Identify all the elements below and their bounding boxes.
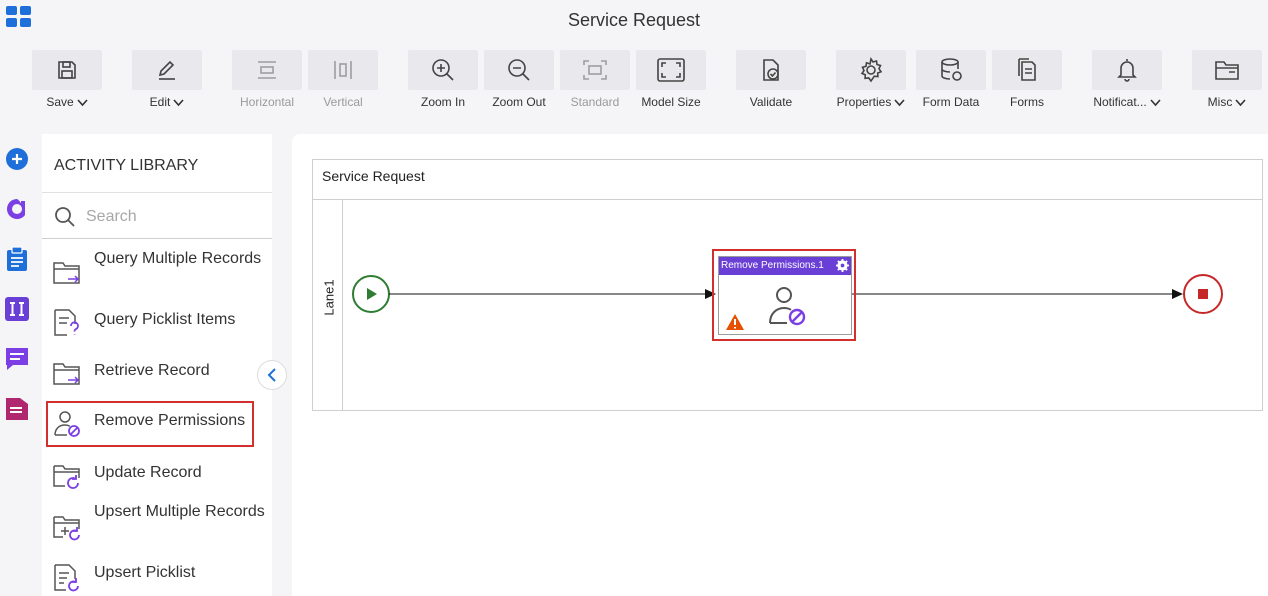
document-question-icon (54, 309, 79, 336)
user-block-icon (54, 411, 80, 437)
library-item-label: Remove Permissions (94, 412, 246, 429)
horizontal-button[interactable]: Horizontal (232, 50, 302, 112)
standard-size-icon (583, 60, 607, 80)
validate-label: Validate (749, 95, 793, 109)
folder-icon (1215, 61, 1239, 80)
end-event[interactable] (1183, 274, 1223, 314)
sequence-flow-start-to-task[interactable] (389, 289, 716, 299)
library-item-query-picklist-items[interactable]: Query Picklist Items (42, 297, 272, 347)
clipboard-icon[interactable] (4, 246, 30, 272)
top-bar: Service Request (0, 0, 1268, 40)
library-item-update-record[interactable]: Update Record (42, 450, 272, 500)
validate-button[interactable]: Validate (736, 50, 806, 112)
library-search (42, 193, 272, 239)
gear-icon[interactable] (836, 259, 849, 272)
library-item-label: Upsert Multiple Records (94, 503, 265, 520)
activity-library-panel: ACTIVITY LIBRARY Query Multiple Records … (42, 134, 272, 596)
task-body: Remove Permissions.1 (718, 256, 852, 335)
chevron-down-icon (173, 99, 184, 107)
library-item-query-multiple-records[interactable]: Query Multiple Records (42, 247, 272, 297)
vertical-align-icon (334, 61, 352, 79)
activity-icon[interactable] (4, 196, 30, 222)
folder-arrow-icon (53, 363, 80, 385)
library-item-label: Query Multiple Records (94, 250, 262, 267)
sequence-flow-task-to-end[interactable] (852, 289, 1183, 299)
library-item-label: Upsert Picklist (94, 564, 196, 581)
search-icon (55, 207, 75, 227)
save-button[interactable]: Save (32, 50, 102, 112)
folder-plus-refresh-icon (53, 516, 80, 541)
folder-arrow-icon (53, 262, 80, 284)
document-icon[interactable] (4, 396, 30, 422)
edit-button[interactable]: Edit (132, 50, 202, 112)
add-icon[interactable] (4, 146, 30, 172)
left-rail (0, 134, 40, 596)
search-input[interactable] (86, 205, 261, 229)
zoom-in-button[interactable]: Zoom In (408, 50, 478, 112)
database-icon (941, 58, 962, 81)
start-event[interactable] (352, 275, 390, 313)
collapse-panel-button[interactable] (257, 360, 287, 390)
pencil-icon (158, 60, 175, 80)
save-icon (58, 61, 76, 79)
page-title: Service Request (567, 10, 701, 30)
forms-button[interactable]: Forms (992, 50, 1062, 112)
library-item-label: Query Picklist Items (94, 311, 236, 328)
task-header: Remove Permissions.1 (719, 257, 851, 275)
zoom-in-icon (432, 59, 454, 81)
gear-icon (860, 57, 883, 83)
interface-icon[interactable] (4, 296, 30, 322)
validate-icon (763, 59, 779, 81)
edit-label: Edit (149, 95, 171, 109)
model-size-label: Model Size (641, 95, 701, 109)
form-data-button[interactable]: Form Data (916, 50, 986, 112)
toolbar: Save Edit Horizontal Vertical Zoom In Zo… (0, 40, 1268, 116)
chevron-left-icon (267, 368, 276, 382)
standard-button[interactable]: Standard (560, 50, 630, 112)
vertical-button[interactable]: Vertical (308, 50, 378, 112)
forms-icon (1018, 58, 1036, 81)
warning-icon (726, 314, 744, 330)
properties-label: Properties (836, 95, 892, 109)
model-size-button[interactable]: Model Size (636, 50, 706, 112)
chevron-down-icon (1235, 99, 1246, 107)
library-item-upsert-multiple-records[interactable]: Upsert Multiple Records (42, 501, 272, 551)
zoom-out-button[interactable]: Zoom Out (484, 50, 554, 112)
message-icon[interactable] (4, 346, 30, 372)
bell-icon (1117, 59, 1137, 82)
process-canvas[interactable]: Service Request Lane1 Remove Permissions… (292, 134, 1268, 596)
misc-label: Misc (1207, 95, 1233, 109)
library-item-label: Update Record (94, 464, 202, 481)
library-item-label: Retrieve Record (94, 362, 210, 379)
library-item-retrieve-record[interactable]: Retrieve Record (42, 348, 272, 398)
chevron-down-icon (77, 99, 88, 107)
horizontal-align-icon (258, 61, 276, 79)
task-title: Remove Permissions.1 (721, 260, 824, 271)
forms-label: Forms (1010, 95, 1044, 109)
save-label: Save (46, 95, 74, 109)
user-block-icon (769, 287, 806, 326)
misc-button[interactable]: Misc (1192, 50, 1262, 112)
zoom-out-icon (508, 59, 530, 81)
library-item-upsert-picklist[interactable]: Upsert Picklist (42, 552, 272, 596)
model-size-icon (657, 58, 685, 82)
library-title: ACTIVITY LIBRARY (54, 157, 199, 174)
remove-permissions-task[interactable]: Remove Permissions.1 (712, 249, 856, 341)
properties-button[interactable]: Properties (836, 50, 906, 112)
chevron-down-icon (1150, 99, 1161, 107)
notifications-label: Notificat... (1093, 95, 1147, 109)
notifications-button[interactable]: Notificat... (1092, 50, 1162, 112)
folder-refresh-icon (53, 465, 80, 489)
library-item-remove-permissions[interactable]: Remove Permissions (42, 398, 272, 448)
flow-diagram (352, 274, 1223, 314)
vertical-label: Vertical (323, 95, 363, 109)
document-refresh-icon (54, 564, 79, 592)
